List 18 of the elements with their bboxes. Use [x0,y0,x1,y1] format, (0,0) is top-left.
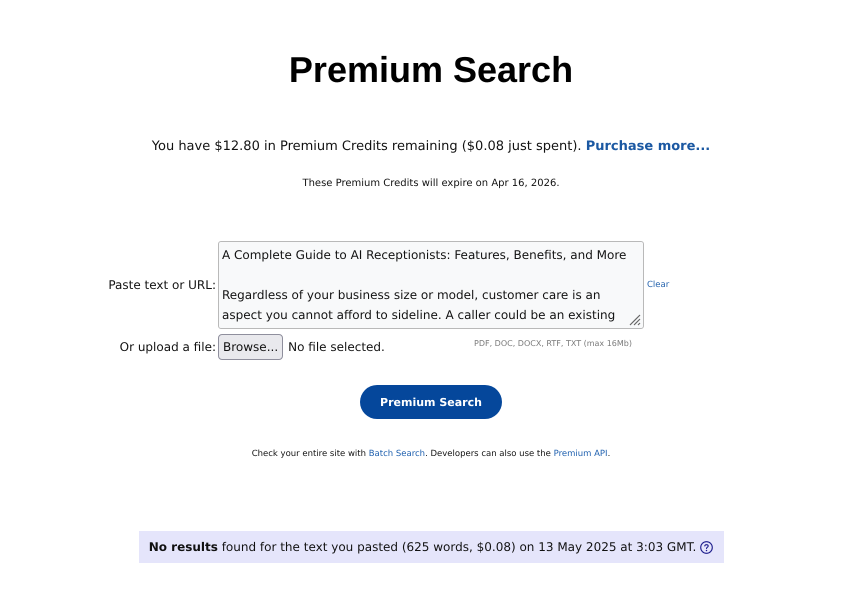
purchase-more-link[interactable]: Purchase more... [586,139,710,154]
page-title: Premium Search [288,48,574,92]
file-types-hint: PDF, DOC, DOCX, RTF, TXT (max 16Mb) [474,339,632,348]
credits-message: You have $12.80 in Premium Credits remaining ($0.08 just spent). Purchase more... [152,138,710,156]
expiry-note: These Premium Credits will expire on Apr 16, 2026. [302,177,560,191]
result-message: No results found for the text you pasted (625 words, $0.08) on 13 May 2025 at 3:03 GMT. [148,540,696,554]
help-icon[interactable] [700,540,714,554]
browse-button[interactable]: Browse... [218,334,284,360]
premium-search-button[interactable]: Premium Search [360,385,502,419]
clear-link[interactable]: Clear [644,280,670,290]
resize-grip-icon[interactable] [627,312,641,326]
file-status: No file selected. [288,340,385,354]
footer-link[interactable]: Premium API [554,449,608,459]
field-label: Paste text or URL: [108,278,217,292]
text-input-field[interactable]: A Complete Guide to AI Receptionists: Features, Benefits, and More Regardless of your business size or model, customer care is an aspect you cannot afford to sideline. A caller could be an existing [218,241,644,329]
footer-note: Check your entire site with Batch Search. Developers can also use the Premium API. [252,448,610,460]
field-label: Or upload a file: [120,340,217,354]
footer-link[interactable]: Batch Search [368,449,426,459]
